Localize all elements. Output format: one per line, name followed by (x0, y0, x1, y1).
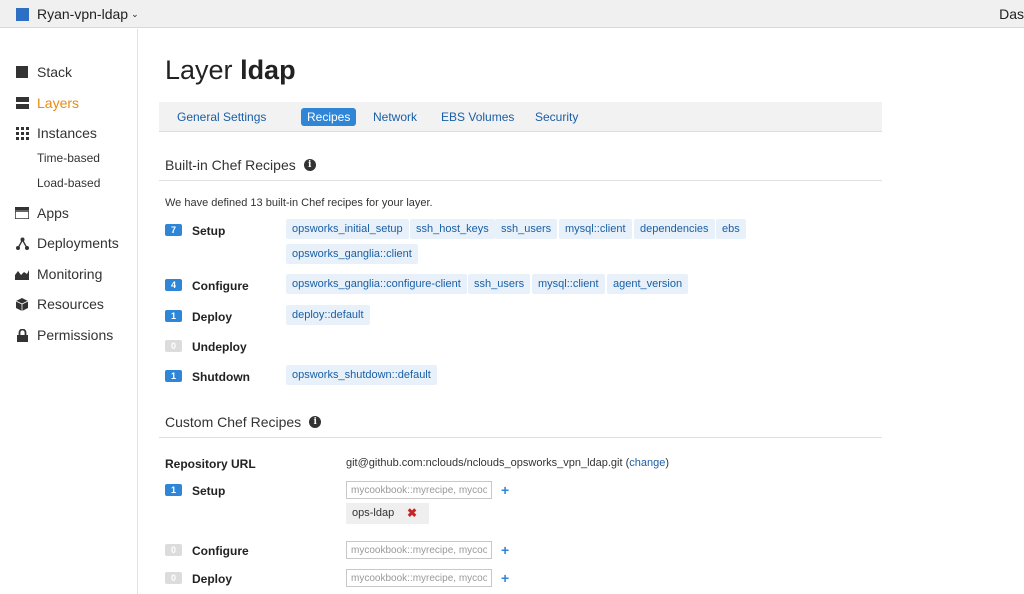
tab-bar: General Settings Recipes Network EBS Vol… (159, 102, 882, 132)
custom-setup-recipe-input[interactable] (346, 481, 492, 499)
topbar-right-link[interactable]: Das (999, 6, 1024, 22)
recipe-chip[interactable]: mysql::client (532, 274, 605, 294)
title-layer-name: ldap (240, 55, 296, 85)
page-title: Layer ldap (165, 55, 296, 86)
count-badge: 7 (165, 224, 182, 236)
event-label-configure: Configure (192, 279, 249, 293)
deployments-icon (15, 236, 29, 250)
builtin-description: We have defined 13 built-in Chef recipes… (165, 197, 433, 209)
custom-configure-recipe-input[interactable] (346, 541, 492, 559)
sidebar-item-label: Instances (37, 125, 97, 141)
custom-recipe-chip-label: ops-ldap (352, 507, 395, 519)
count-badge: 0 (165, 544, 182, 556)
sidebar-item-resources[interactable]: Resources (15, 296, 104, 312)
repository-url-text: git@github.com:nclouds/nclouds_opsworks_… (346, 457, 623, 469)
recipe-chip[interactable]: ssh_host_keys (410, 219, 495, 239)
divider (159, 437, 882, 438)
count-badge: 1 (165, 484, 182, 496)
stack-icon (15, 65, 29, 79)
builtin-heading-text: Built-in Chef Recipes (165, 157, 296, 173)
main-content: Layer ldap General Settings Recipes Netw… (139, 29, 1024, 594)
recipe-chip[interactable]: opsworks_shutdown::default (286, 365, 437, 385)
lock-icon (15, 328, 29, 342)
sidebar-subitem-time-based[interactable]: Time-based (37, 151, 100, 165)
recipe-chip[interactable]: opsworks_ganglia::configure-client (286, 274, 467, 294)
sidebar-item-monitoring[interactable]: Monitoring (15, 266, 102, 282)
stack-color-icon (16, 7, 29, 21)
recipe-chip[interactable]: agent_version (607, 274, 689, 294)
top-bar: Ryan-vpn-ldap ⌄ Das (0, 0, 1024, 28)
builtin-heading: Built-in Chef Recipes i (165, 157, 316, 173)
recipe-chip[interactable]: opsworks_initial_setup (286, 219, 409, 239)
sidebar-item-apps[interactable]: Apps (15, 205, 69, 221)
change-link[interactable]: change (629, 457, 665, 469)
add-plus-icon[interactable]: + (501, 543, 513, 557)
title-prefix: Layer (165, 55, 233, 85)
recipe-chip[interactable]: deploy::default (286, 305, 370, 325)
add-plus-icon[interactable]: + (501, 483, 513, 497)
sidebar-item-label: Layers (37, 95, 80, 111)
custom-heading: Custom Chef Recipes i (165, 414, 322, 430)
recipe-chip[interactable]: ssh_users (495, 219, 558, 239)
sidebar-item-deployments[interactable]: Deployments (15, 235, 119, 251)
remove-x-icon[interactable]: ✖ (407, 503, 417, 524)
event-label-deploy: Deploy (192, 310, 233, 324)
recipe-chip[interactable]: ssh_users (468, 274, 531, 294)
count-badge: 4 (165, 279, 182, 291)
resources-cube-icon (15, 297, 29, 311)
sidebar-item-permissions[interactable]: Permissions (15, 327, 113, 343)
sidebar-item-label: Permissions (37, 327, 114, 343)
custom-event-label-setup: Setup (192, 484, 226, 498)
sidebar-item-stack[interactable]: Stack (15, 64, 72, 80)
count-badge: 0 (165, 340, 182, 352)
repository-url-value: git@github.com:nclouds/nclouds_opsworks_… (346, 457, 670, 469)
recipe-chip[interactable]: opsworks_ganglia::client (286, 244, 418, 264)
event-label-setup: Setup (192, 224, 226, 238)
event-label-shutdown: Shutdown (192, 370, 250, 384)
add-plus-icon[interactable]: + (501, 571, 513, 585)
count-badge: 1 (165, 370, 182, 382)
custom-deploy-recipe-input[interactable] (346, 569, 492, 587)
chevron-down-icon: ⌄ (131, 8, 139, 19)
count-badge: 1 (165, 310, 182, 322)
custom-recipe-chip: ops-ldap ✖ (346, 503, 429, 524)
stack-name: Ryan-vpn-ldap (37, 6, 129, 22)
recipe-chip[interactable]: mysql::client (559, 219, 632, 239)
tab-general-settings[interactable]: General Settings (171, 108, 272, 126)
apps-icon (15, 206, 29, 220)
sidebar: Stack Layers Instances Time-based Load-b… (0, 29, 138, 594)
tab-network[interactable]: Network (367, 108, 423, 126)
divider (159, 180, 882, 181)
repository-url-label: Repository URL (165, 457, 256, 471)
stack-selector[interactable]: Ryan-vpn-ldap ⌄ (16, 6, 139, 22)
tab-security[interactable]: Security (529, 108, 584, 126)
custom-event-label-deploy: Deploy (192, 572, 233, 586)
sidebar-subitem-load-based[interactable]: Load-based (37, 176, 100, 190)
recipe-chip[interactable]: ebs (716, 219, 746, 239)
sidebar-item-label: Resources (37, 296, 104, 312)
event-label-undeploy: Undeploy (192, 340, 247, 354)
count-badge: 0 (165, 572, 182, 584)
recipe-chip[interactable]: dependencies (634, 219, 715, 239)
layers-icon (15, 96, 29, 110)
custom-event-label-configure: Configure (192, 544, 249, 558)
sidebar-item-instances[interactable]: Instances (15, 125, 97, 141)
sidebar-item-label: Stack (37, 64, 73, 80)
info-icon[interactable]: i (309, 416, 322, 428)
instances-grid-icon (15, 126, 29, 140)
sidebar-item-label: Deployments (37, 235, 119, 251)
info-icon[interactable]: i (303, 159, 316, 171)
sidebar-item-label: Apps (37, 205, 69, 221)
tab-recipes[interactable]: Recipes (301, 108, 357, 126)
monitoring-icon (15, 267, 29, 281)
sidebar-item-layers[interactable]: Layers (15, 95, 79, 111)
sidebar-item-label: Monitoring (37, 266, 103, 282)
tab-ebs-volumes[interactable]: EBS Volumes (435, 108, 520, 126)
custom-heading-text: Custom Chef Recipes (165, 414, 302, 430)
